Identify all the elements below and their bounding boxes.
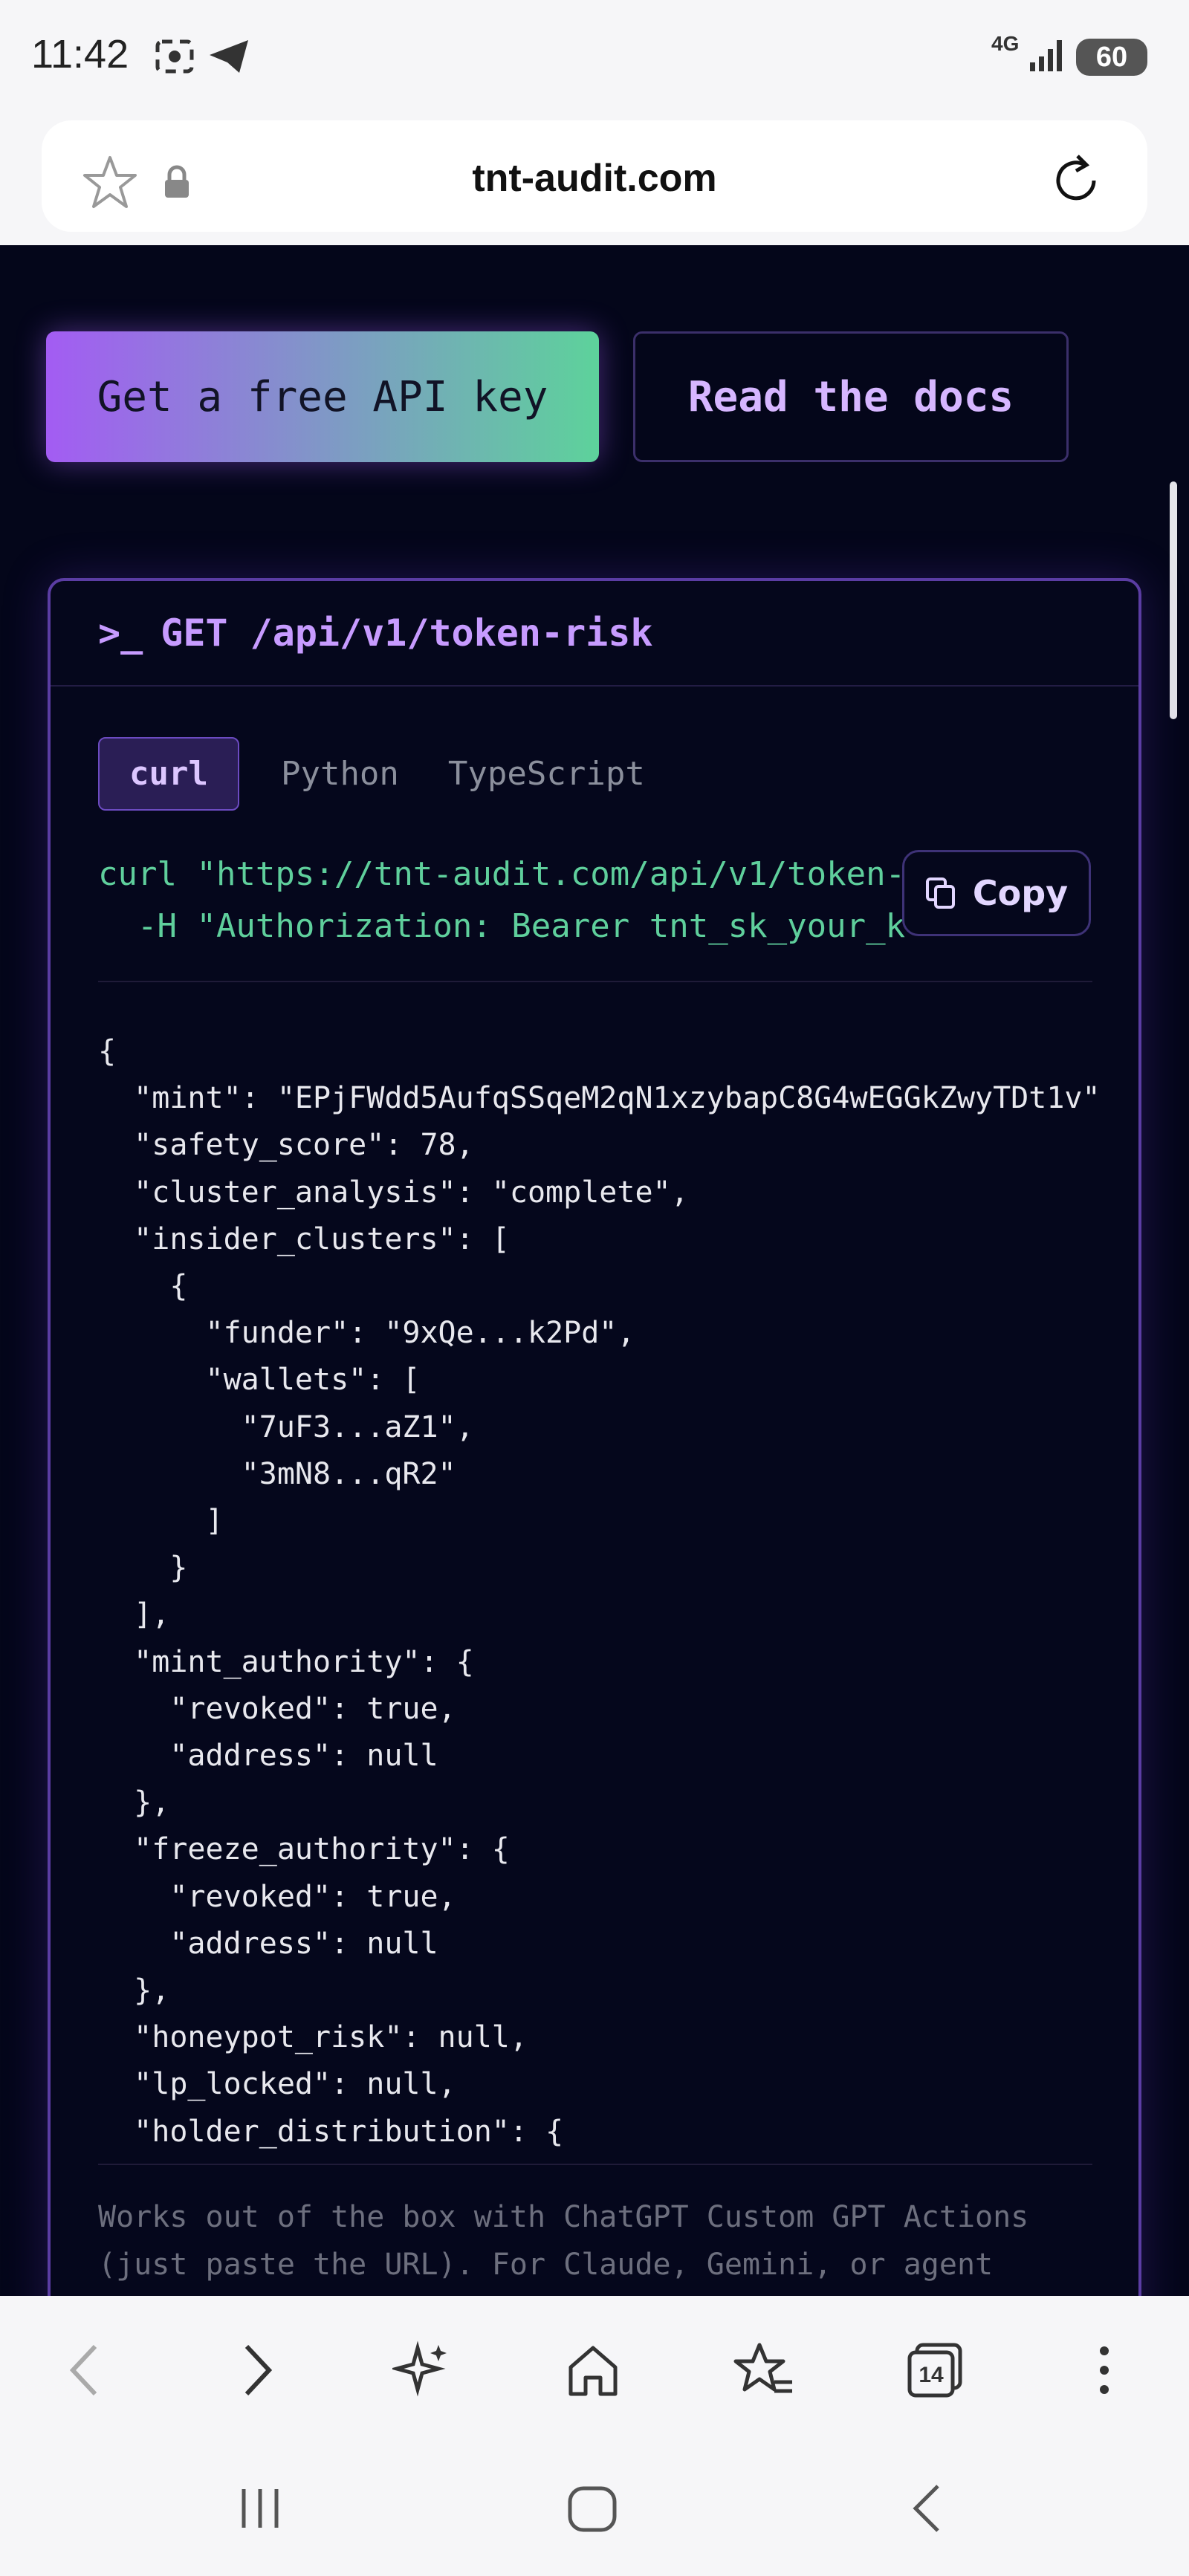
screenshot-icon [153, 36, 196, 80]
more-menu-icon[interactable] [1091, 2340, 1118, 2403]
json-line: "safety_score": 78, [98, 1128, 474, 1163]
tab-python[interactable]: Python [281, 755, 399, 793]
browser-toolbar: tnt-audit.com [0, 111, 1189, 245]
json-line: "address": null [98, 1739, 438, 1774]
json-line: "address": null [98, 1926, 438, 1961]
url-text: tnt-audit.com [472, 157, 717, 200]
system-navigation-bar [0, 2444, 1189, 2576]
json-line: "honeypot_risk": null, [98, 2020, 528, 2055]
tab-count: 14 [919, 2363, 944, 2387]
system-back-icon[interactable] [908, 2482, 945, 2538]
curl-line-2: -H "Authorization: Bearer tnt_sk_your_k [98, 907, 906, 945]
status-bar: 11:42 4G 60 [0, 0, 1189, 111]
json-response: { "mint": "EPjFWdd5AufqSSqeM2qN1xzybapC8… [98, 1028, 1101, 2161]
api-example-card: >_ GET /api/v1/token-risk curl Python Ty… [48, 578, 1141, 2296]
recent-apps-icon[interactable] [236, 2485, 284, 2535]
json-line: "mint_authority": { [98, 1644, 474, 1679]
copy-button[interactable]: Copy [902, 850, 1091, 936]
bookmarks-icon[interactable] [733, 2340, 795, 2403]
footer-divider [98, 2164, 1092, 2165]
curl-line-1: curl "https://tnt-audit.com/api/v1/token… [98, 855, 906, 893]
json-line: }, [98, 1785, 170, 1820]
get-api-key-button[interactable]: Get a free API key [46, 331, 599, 462]
json-line: "revoked": true, [98, 1879, 456, 1914]
battery-indicator: 60 [1076, 39, 1147, 76]
json-line: } [98, 1551, 188, 1586]
json-line: ] [98, 1504, 224, 1539]
tabs-icon[interactable]: 14 [904, 2340, 966, 2403]
json-line: "7uF3...aZ1", [98, 1409, 474, 1444]
browser-bottom-bar: 14 [0, 2296, 1189, 2444]
json-line: "wallets": [ [98, 1363, 421, 1398]
forward-icon[interactable] [235, 2340, 279, 2403]
ai-sparkle-icon[interactable] [389, 2340, 452, 2403]
reload-icon[interactable] [1048, 152, 1106, 212]
endpoint-header: >_ GET /api/v1/token-risk [51, 581, 1138, 687]
json-line: }, [98, 1973, 170, 2008]
code-divider [98, 981, 1092, 982]
home-nav-icon[interactable] [566, 2485, 618, 2537]
json-line: "lp_locked": null, [98, 2067, 456, 2102]
json-line: "funder": "9xQe...k2Pd", [98, 1316, 635, 1351]
tab-curl[interactable]: curl [98, 737, 239, 811]
read-docs-button[interactable]: Read the docs [633, 331, 1069, 462]
status-time: 11:42 [31, 32, 129, 77]
home-icon[interactable] [563, 2340, 623, 2403]
telegram-icon [207, 36, 251, 80]
language-tabs: curl Python TypeScript [98, 737, 694, 811]
page-content: Get a free API key Read the docs >_ GET … [0, 245, 1189, 2296]
json-line: "cluster_analysis": "complete", [98, 1175, 689, 1210]
json-line: { [98, 1269, 188, 1304]
integration-note-line-2: (just paste the URL). For Claude, Gemini… [98, 2248, 994, 2282]
json-line: "holder_distribution": { [98, 2114, 564, 2149]
tab-typescript[interactable]: TypeScript [448, 755, 645, 793]
json-line: "3mN8...qR2" [98, 1456, 456, 1491]
page-scrollbar[interactable] [1170, 481, 1177, 719]
integration-note-line-1: Works out of the box with ChatGPT Custom… [98, 2200, 1029, 2234]
endpoint-label: GET /api/v1/token-risk [161, 611, 653, 655]
json-line: { [98, 1034, 117, 1068]
json-line: "insider_clusters": [ [98, 1222, 510, 1256]
terminal-prompt: >_ [98, 611, 143, 655]
back-icon[interactable] [62, 2340, 107, 2403]
address-bar[interactable]: tnt-audit.com [42, 120, 1147, 232]
network-type: 4G [991, 32, 1020, 55]
integration-note: Works out of the box with ChatGPT Custom… [98, 2193, 1094, 2288]
copy-icon [925, 877, 955, 909]
json-line: "mint": "EPjFWdd5AufqSSqeM2qN1xzybapC8G4… [98, 1081, 1101, 1116]
signal-icon [1028, 39, 1064, 76]
json-line: ], [98, 1597, 170, 1632]
curl-command[interactable]: curl "https://tnt-audit.com/api/v1/token… [98, 849, 908, 960]
copy-label: Copy [972, 873, 1069, 913]
json-line: "revoked": true, [98, 1691, 456, 1726]
json-line: "freeze_authority": { [98, 1832, 510, 1867]
